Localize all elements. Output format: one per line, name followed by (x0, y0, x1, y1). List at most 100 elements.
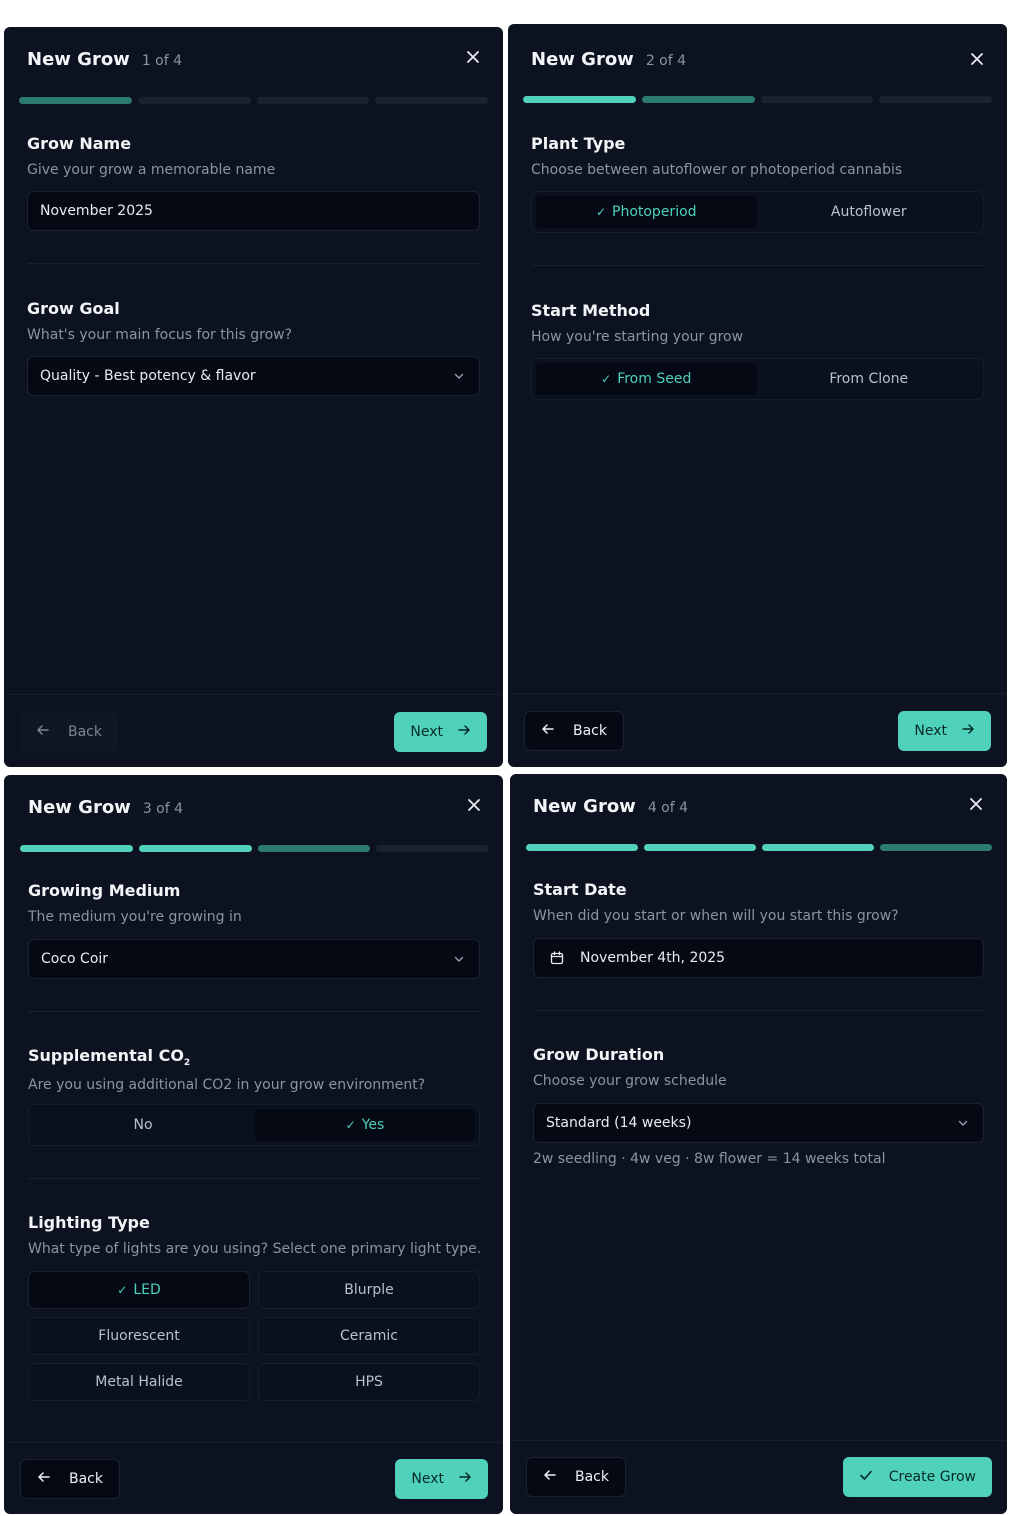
progress-segment (256, 97, 370, 104)
section-description: When did you start or when will you star… (533, 908, 899, 924)
footer-divider (508, 693, 1007, 694)
growing-medium-select[interactable]: Coco Coir (28, 939, 480, 979)
start-date-picker[interactable]: November 4th, 2025 (533, 938, 984, 978)
grow-duration-select[interactable]: Standard (14 weeks) (533, 1103, 984, 1143)
dialog-title: New Grow (533, 796, 636, 817)
back-button[interactable]: Back (524, 711, 624, 751)
next-label: Next (410, 724, 443, 740)
option-label: From Seed (617, 371, 692, 387)
co2-title-text: Supplemental CO (28, 1046, 184, 1065)
lighting-options: ✓ LED Blurple Fluorescent Ceramic Metal … (28, 1271, 480, 1401)
progress-bar (523, 96, 992, 103)
dialog-header: New Grow 1 of 4 (27, 49, 182, 70)
grow-name-input[interactable]: November 2025 (27, 191, 480, 231)
option-label: HPS (355, 1374, 383, 1390)
section-title: Plant Type (531, 134, 626, 153)
progress-segment (879, 96, 992, 103)
option-yes[interactable]: ✓ Yes (255, 1109, 475, 1141)
step-indicator: 1 of 4 (141, 53, 183, 69)
section-description: What's your main focus for this grow? (27, 327, 293, 343)
section-description: How you're starting your grow (531, 329, 744, 345)
option-hps[interactable]: HPS (258, 1363, 480, 1401)
start-method-toggle: ✓ From Seed From Clone (531, 358, 984, 400)
option-label: Photoperiod (612, 204, 697, 220)
option-label: Fluorescent (98, 1328, 180, 1344)
option-label: Metal Halide (95, 1374, 183, 1390)
back-label: Back (575, 1469, 609, 1485)
footer-divider (4, 1442, 503, 1443)
close-icon[interactable] (968, 796, 984, 812)
progress-segment (880, 844, 992, 851)
section-title: Start Method (531, 301, 651, 320)
section-description: Choose your grow schedule (533, 1073, 727, 1089)
co2-subscript: 2 (183, 1058, 191, 1069)
option-led[interactable]: ✓ LED (28, 1271, 250, 1309)
progress-segment (760, 96, 874, 103)
create-label: Create Grow (888, 1469, 976, 1485)
start-date-section: Start Date When did you start or when wi… (533, 880, 984, 924)
next-button[interactable]: Next (395, 1459, 488, 1499)
option-metal-halide[interactable]: Metal Halide (28, 1363, 250, 1401)
option-from-seed[interactable]: ✓ From Seed (536, 363, 757, 395)
option-label: From Clone (829, 371, 909, 387)
check-icon (859, 1468, 873, 1486)
back-button[interactable]: Back (20, 1459, 120, 1499)
section-title: Grow Duration (533, 1045, 665, 1064)
check-icon: ✓ (595, 205, 606, 219)
section-description: What type of lights are you using? Selec… (28, 1241, 482, 1257)
progress-segment (523, 96, 636, 103)
section-description: Choose between autoflower or photoperiod… (531, 162, 903, 178)
option-label: Yes (361, 1117, 385, 1133)
chevron-down-icon (453, 370, 465, 386)
back-button[interactable]: Back (20, 712, 118, 752)
grow-name-section: Grow Name Give your grow a memorable nam… (27, 134, 480, 178)
co2-toggle: No ✓ Yes (28, 1104, 480, 1146)
option-from-clone[interactable]: From Clone (759, 363, 980, 395)
chevron-down-icon (957, 1117, 969, 1133)
lighting-section: Lighting Type What type of lights are yo… (28, 1213, 482, 1257)
progress-segment (137, 97, 251, 104)
back-label: Back (68, 724, 102, 740)
option-label: No (133, 1117, 153, 1133)
grow-goal-select[interactable]: Quality - Best potency & flavor (27, 356, 480, 396)
section-title: Grow Goal (27, 299, 120, 318)
option-ceramic[interactable]: Ceramic (258, 1317, 480, 1355)
option-no[interactable]: No (33, 1109, 253, 1141)
option-blurple[interactable]: Blurple (258, 1271, 480, 1309)
arrow-left-icon (543, 1468, 557, 1486)
step-indicator: 2 of 4 (645, 53, 687, 69)
option-label: Autoflower (830, 204, 907, 220)
option-photoperiod[interactable]: ✓ Photoperiod (536, 196, 757, 228)
section-description: The medium you're growing in (28, 909, 242, 925)
dialog-title: New Grow (27, 49, 130, 70)
next-button[interactable]: Next (898, 711, 991, 751)
section-title: Lighting Type (28, 1213, 150, 1232)
select-value: Standard (14 weeks) (546, 1115, 692, 1131)
close-icon[interactable] (969, 51, 985, 67)
create-grow-button[interactable]: Create Grow (842, 1457, 992, 1497)
next-label: Next (411, 1471, 444, 1487)
dialog-title: New Grow (28, 797, 131, 818)
footer-divider (510, 1440, 1007, 1441)
input-value: November 2025 (40, 203, 153, 219)
progress-segment (257, 845, 371, 852)
option-fluorescent[interactable]: Fluorescent (28, 1317, 250, 1355)
next-label: Next (914, 723, 947, 739)
next-button[interactable]: Next (394, 712, 487, 752)
option-autoflower[interactable]: Autoflower (759, 196, 980, 228)
close-icon[interactable] (466, 797, 482, 813)
select-value: Quality - Best potency & flavor (40, 368, 256, 384)
close-icon[interactable] (465, 49, 481, 65)
arrow-right-icon (961, 722, 975, 740)
step-indicator: 4 of 4 (647, 800, 689, 816)
plant-type-toggle: ✓ Photoperiod Autoflower (531, 191, 984, 233)
select-value: Coco Coir (41, 951, 109, 967)
step-1-panel: New Grow 1 of 4 Grow Name Give your grow… (4, 27, 503, 767)
arrow-left-icon (541, 722, 555, 740)
back-button[interactable]: Back (526, 1457, 626, 1497)
option-label: Blurple (344, 1282, 394, 1298)
option-label: Ceramic (340, 1328, 398, 1344)
divider (28, 1178, 480, 1179)
progress-segment (644, 844, 756, 851)
check-icon: ✓ (117, 1283, 128, 1297)
